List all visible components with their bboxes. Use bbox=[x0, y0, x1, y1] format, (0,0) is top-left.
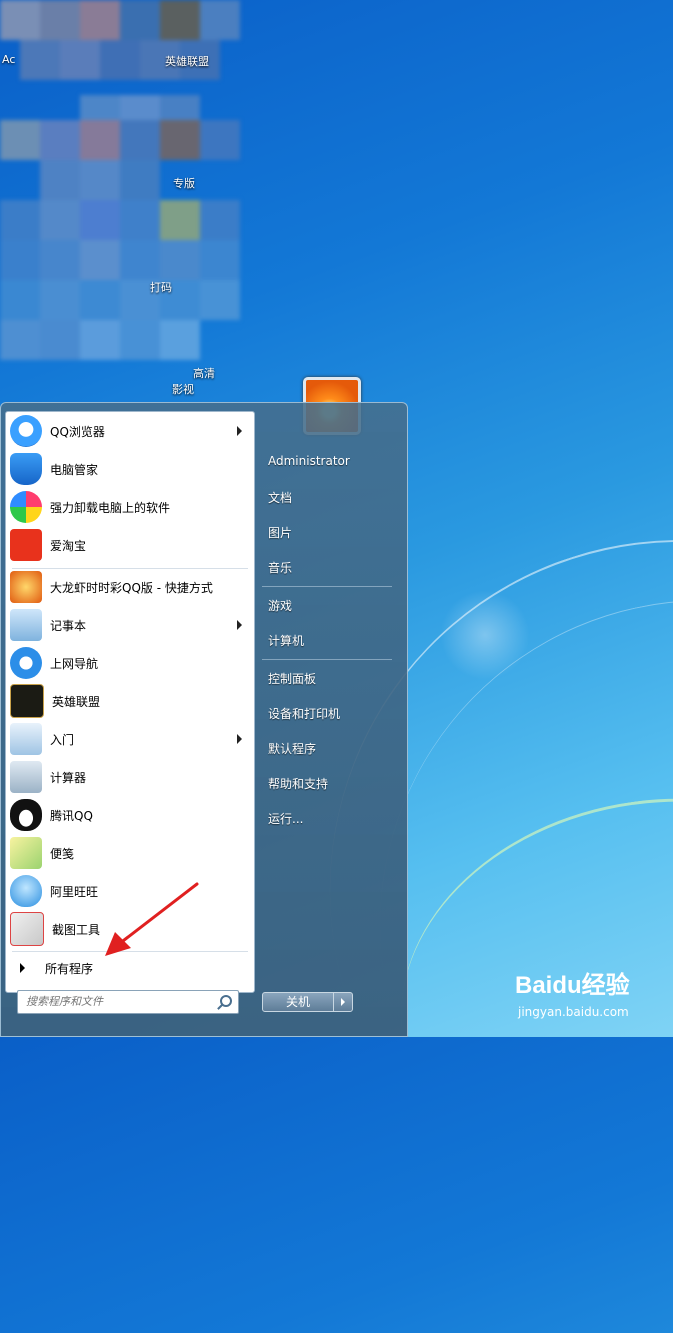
qq-penguin-icon bbox=[10, 799, 42, 831]
program-item-pc-manager[interactable]: 电脑管家 bbox=[8, 451, 252, 487]
desktop-icon-label: 高清 bbox=[193, 367, 215, 380]
calculator-icon bbox=[10, 761, 42, 793]
link-music[interactable]: 音乐 bbox=[268, 559, 292, 576]
link-administrator[interactable]: Administrator bbox=[268, 454, 350, 468]
program-label: 爱淘宝 bbox=[50, 538, 87, 553]
program-label: 强力卸载电脑上的软件 bbox=[50, 500, 171, 515]
program-label: 便笺 bbox=[50, 846, 75, 861]
link-run[interactable]: 运行... bbox=[268, 810, 303, 827]
getting-started-icon bbox=[10, 723, 42, 755]
search-input[interactable] bbox=[18, 991, 211, 1011]
submenu-arrow-icon[interactable] bbox=[237, 734, 242, 744]
program-label: 上网导航 bbox=[50, 656, 99, 671]
program-item-qq-browser[interactable]: QQ浏览器 bbox=[8, 413, 252, 449]
qq-browser-icon bbox=[10, 415, 42, 447]
link-computer[interactable]: 计算机 bbox=[268, 632, 304, 649]
link-pictures[interactable]: 图片 bbox=[268, 524, 292, 541]
program-item-notepad[interactable]: 记事本 bbox=[8, 607, 252, 643]
program-item-tencent-qq[interactable]: 腾讯QQ bbox=[8, 797, 252, 833]
all-programs-label: 所有程序 bbox=[45, 961, 94, 976]
submenu-arrow-icon[interactable] bbox=[237, 426, 242, 436]
link-devices-printers[interactable]: 设备和打印机 bbox=[268, 705, 340, 722]
program-item-calculator[interactable]: 计算器 bbox=[8, 759, 252, 795]
desktop-icon-label: Ac bbox=[2, 53, 16, 66]
program-label: 腾讯QQ bbox=[50, 808, 93, 823]
aliwangwang-icon bbox=[10, 875, 42, 907]
search-icon[interactable] bbox=[220, 995, 232, 1007]
separator bbox=[262, 586, 392, 587]
program-item-sticky-notes[interactable]: 便笺 bbox=[8, 835, 252, 871]
program-label: 阿里旺旺 bbox=[50, 884, 99, 899]
submenu-arrow-icon[interactable] bbox=[237, 620, 242, 630]
desktop-icon-label: 影视 bbox=[172, 383, 194, 396]
start-search-box[interactable] bbox=[17, 990, 239, 1014]
program-label: 电脑管家 bbox=[50, 462, 99, 477]
program-item-league-of-legends[interactable]: 英雄联盟 bbox=[8, 683, 252, 719]
wallpaper-glow bbox=[440, 590, 530, 680]
program-label: 英雄联盟 bbox=[52, 694, 101, 709]
program-item-lottery[interactable]: 大龙虾时时彩QQ版 - 快捷方式 bbox=[8, 569, 252, 605]
program-label: 大龙虾时时彩QQ版 - 快捷方式 bbox=[50, 580, 213, 595]
program-item-getting-started[interactable]: 入门 bbox=[8, 721, 252, 757]
program-item-uninstaller[interactable]: 强力卸载电脑上的软件 bbox=[8, 489, 252, 525]
program-label: 入门 bbox=[50, 732, 75, 747]
baidu-jingyan-watermark: Baidu经验 jingyan.baidu.com bbox=[515, 965, 630, 1019]
shutdown-button[interactable]: 关机 bbox=[262, 992, 334, 1012]
uninstall-clover-icon bbox=[10, 491, 42, 523]
link-help-support[interactable]: 帮助和支持 bbox=[268, 775, 328, 792]
lottery-app-icon bbox=[10, 571, 42, 603]
separator bbox=[262, 659, 392, 660]
snipping-tool-icon bbox=[10, 912, 44, 946]
program-label: 计算器 bbox=[50, 770, 87, 785]
taobao-icon bbox=[10, 529, 42, 561]
program-item-internet-explorer[interactable]: 上网导航 bbox=[8, 645, 252, 681]
program-label: 截图工具 bbox=[52, 922, 101, 937]
program-label: QQ浏览器 bbox=[50, 424, 105, 439]
link-games[interactable]: 游戏 bbox=[268, 597, 292, 614]
watermark-url: jingyan.baidu.com bbox=[518, 1005, 629, 1019]
desktop-icon-label: 英雄联盟 bbox=[165, 55, 209, 68]
link-documents[interactable]: 文档 bbox=[268, 489, 292, 506]
link-default-programs[interactable]: 默认程序 bbox=[268, 740, 316, 757]
internet-explorer-icon bbox=[10, 647, 42, 679]
pc-manager-shield-icon bbox=[10, 453, 42, 485]
link-control-panel[interactable]: 控制面板 bbox=[268, 670, 316, 687]
desktop-icon-label: 打码 bbox=[150, 281, 172, 294]
baidu-logo: Baidu经验 bbox=[515, 972, 630, 999]
desktop-icon-label: 专版 bbox=[173, 177, 195, 190]
expand-arrow-icon bbox=[20, 963, 25, 973]
shutdown-options-arrow-icon[interactable] bbox=[333, 992, 353, 1012]
notepad-icon bbox=[10, 609, 42, 641]
program-item-taobao[interactable]: 爱淘宝 bbox=[8, 527, 252, 563]
league-of-legends-icon bbox=[10, 684, 44, 718]
annotation-arrow-icon bbox=[105, 882, 199, 956]
program-label: 记事本 bbox=[50, 618, 87, 633]
sticky-notes-icon bbox=[10, 837, 42, 869]
